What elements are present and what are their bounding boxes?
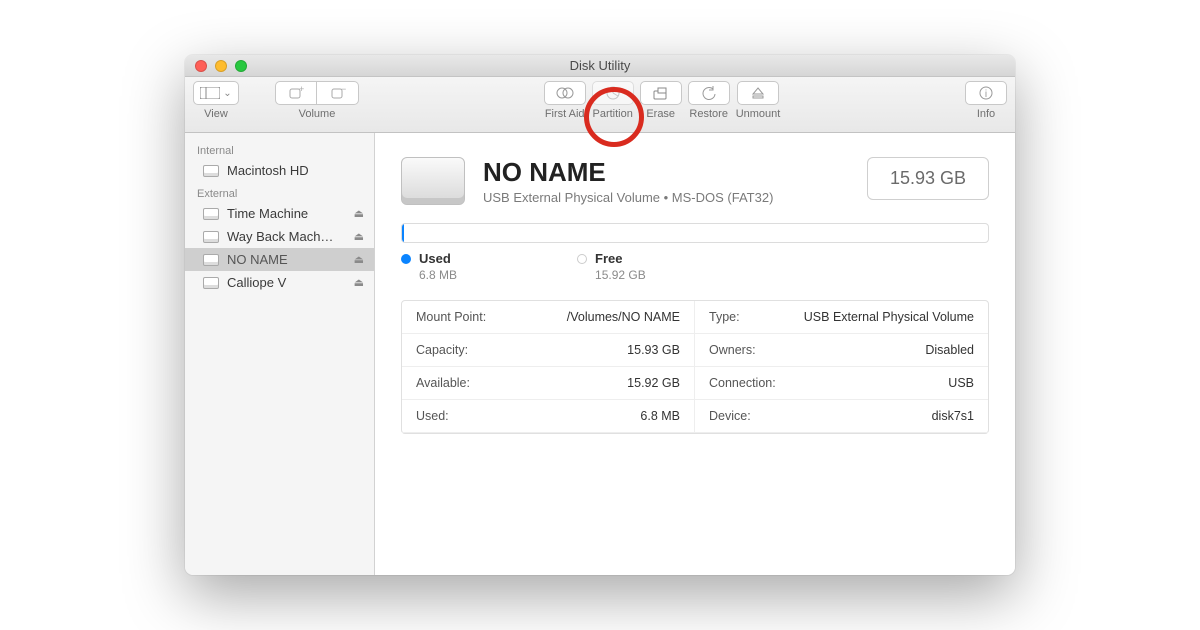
used-value: 6.8 MB <box>419 268 457 282</box>
sidebar[interactable]: InternalMacintosh HDExternalTime Machine… <box>185 133 375 575</box>
info-icon: i <box>978 85 994 101</box>
toolbar: ⌄ View + − Volume First Aid <box>185 77 1015 133</box>
volume-add-icon: + <box>288 86 304 100</box>
free-value: 15.92 GB <box>595 268 646 282</box>
partition-icon <box>605 85 621 101</box>
sidebar-section-header: External <box>185 182 374 202</box>
zoom-icon[interactable] <box>235 60 247 72</box>
svg-text:i: i <box>985 89 987 100</box>
eject-icon[interactable]: ⏏ <box>354 207 364 220</box>
sidebar-icon <box>200 87 220 99</box>
unmount-label: Unmount <box>736 108 781 120</box>
sidebar-item[interactable]: Time Machine ⏏ <box>185 202 374 225</box>
detail-key: Mount Point: <box>416 310 486 324</box>
eject-icon[interactable]: ⏏ <box>354 230 364 243</box>
view-button[interactable]: ⌄ <box>193 81 239 105</box>
detail-key: Used: <box>416 409 449 423</box>
unmount-button[interactable] <box>737 81 779 105</box>
info-button[interactable]: i <box>965 81 1007 105</box>
details-table: Mount Point: /Volumes/NO NAME Type: USB Ext… <box>401 300 989 434</box>
sidebar-item-label: Calliope V <box>227 275 286 290</box>
detail-cell: Used: 6.8 MB <box>402 400 695 433</box>
partition-label: Partition <box>593 108 633 120</box>
detail-value: 15.92 GB <box>627 376 680 390</box>
svg-text:−: − <box>341 86 346 94</box>
detail-cell: Device: disk7s1 <box>695 400 988 433</box>
volume-name: NO NAME <box>483 157 773 188</box>
first-aid-label: First Aid <box>545 108 585 120</box>
usage-bar <box>401 223 989 243</box>
detail-value: 15.93 GB <box>627 343 680 357</box>
detail-value: 6.8 MB <box>640 409 680 423</box>
free-swatch-icon <box>577 254 587 264</box>
window-title: Disk Utility <box>570 58 631 73</box>
volume-label: Volume <box>299 108 336 120</box>
detail-value: disk7s1 <box>932 409 974 423</box>
volume-size: 15.93 GB <box>867 157 989 200</box>
restore-button[interactable] <box>688 81 730 105</box>
partition-button[interactable] <box>592 81 634 105</box>
eject-icon[interactable]: ⏏ <box>354 253 364 266</box>
eject-icon <box>751 86 765 100</box>
detail-key: Owners: <box>709 343 756 357</box>
volume-remove-icon: − <box>330 86 346 100</box>
eject-icon[interactable]: ⏏ <box>354 276 364 289</box>
sidebar-item-label: Macintosh HD <box>227 163 309 178</box>
detail-key: Capacity: <box>416 343 468 357</box>
volume-remove-button[interactable]: − <box>317 81 359 105</box>
detail-key: Device: <box>709 409 751 423</box>
sidebar-item[interactable]: Calliope V ⏏ <box>185 271 374 294</box>
disk-icon <box>203 208 219 220</box>
detail-cell: Connection: USB <box>695 367 988 400</box>
content-pane: NO NAME USB External Physical Volume • M… <box>375 133 1015 575</box>
view-label: View <box>204 108 228 120</box>
detail-key: Type: <box>709 310 740 324</box>
sidebar-item[interactable]: NO NAME ⏏ <box>185 248 374 271</box>
sidebar-item-label: Time Machine <box>227 206 308 221</box>
close-icon[interactable] <box>195 60 207 72</box>
erase-button[interactable] <box>640 81 682 105</box>
sidebar-item[interactable]: Way Back Mach… ⏏ <box>185 225 374 248</box>
restore-icon <box>701 85 717 101</box>
usage-bar-used <box>402 224 404 242</box>
disk-icon <box>203 165 219 177</box>
detail-key: Available: <box>416 376 470 390</box>
volume-add-button[interactable]: + <box>275 81 317 105</box>
first-aid-button[interactable] <box>544 81 586 105</box>
sidebar-item-label: Way Back Mach… <box>227 229 333 244</box>
detail-value: Disabled <box>925 343 974 357</box>
svg-text:+: + <box>299 86 304 94</box>
disk-icon <box>203 254 219 266</box>
detail-cell: Type: USB External Physical Volume <box>695 301 988 334</box>
disk-icon <box>203 277 219 289</box>
detail-value: USB <box>948 376 974 390</box>
volume-icon <box>401 157 465 205</box>
detail-cell: Mount Point: /Volumes/NO NAME <box>402 301 695 334</box>
restore-label: Restore <box>689 108 728 120</box>
detail-cell: Available: 15.92 GB <box>402 367 695 400</box>
used-label: Used <box>419 251 451 266</box>
detail-value: USB External Physical Volume <box>804 310 974 324</box>
sidebar-section-header: Internal <box>185 139 374 159</box>
erase-label: Erase <box>646 108 675 120</box>
volume-subtitle: USB External Physical Volume • MS-DOS (F… <box>483 190 773 205</box>
detail-cell: Capacity: 15.93 GB <box>402 334 695 367</box>
erase-icon <box>652 86 670 100</box>
detail-value: /Volumes/NO NAME <box>567 310 680 324</box>
info-label: Info <box>977 108 995 120</box>
sidebar-item-label: NO NAME <box>227 252 288 267</box>
detail-key: Connection: <box>709 376 776 390</box>
usage-legend: Used 6.8 MB Free 15.92 GB <box>401 251 989 282</box>
sidebar-item[interactable]: Macintosh HD <box>185 159 374 182</box>
minimize-icon[interactable] <box>215 60 227 72</box>
used-swatch-icon <box>401 254 411 264</box>
disk-icon <box>203 231 219 243</box>
titlebar[interactable]: Disk Utility <box>185 55 1015 77</box>
free-label: Free <box>595 251 622 266</box>
detail-cell: Owners: Disabled <box>695 334 988 367</box>
traffic-lights <box>195 60 247 72</box>
first-aid-icon <box>556 86 574 100</box>
disk-utility-window: Disk Utility ⌄ View + − Volume <box>185 55 1015 575</box>
